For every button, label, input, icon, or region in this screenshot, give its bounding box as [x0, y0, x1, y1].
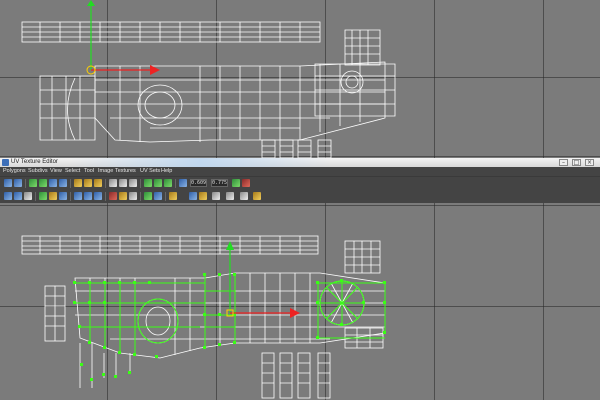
save-image-icon[interactable] — [253, 192, 261, 200]
menu-textures[interactable]: Textures — [115, 167, 136, 176]
menu-help[interactable]: Help — [161, 167, 172, 176]
perspective-viewport[interactable] — [0, 0, 600, 158]
cycle-uv-icon[interactable] — [212, 192, 220, 200]
rotate-ccw-icon[interactable] — [49, 179, 57, 187]
sew-uv-icon[interactable] — [84, 179, 92, 187]
flip-v-icon[interactable] — [39, 179, 47, 187]
uv-dist-icon[interactable] — [242, 179, 250, 187]
uv-shell-rail — [21, 235, 319, 255]
normalize-icon[interactable] — [129, 179, 137, 187]
pixel-snap-icon[interactable] — [24, 192, 32, 200]
cut-uv-icon[interactable] — [74, 179, 82, 187]
menu-polygons[interactable]: Polygons — [3, 167, 26, 176]
grid-uv-icon[interactable] — [119, 179, 127, 187]
align-max-u-icon[interactable] — [154, 179, 162, 187]
uv-texture-editor-window[interactable]: UV Texture Editor – □ × Polygons Subdivs… — [0, 158, 600, 204]
v-value-field[interactable]: 0.775 — [211, 179, 228, 187]
model-wireframe[interactable] — [0, 0, 600, 158]
isolate-icon[interactable] — [74, 192, 82, 200]
rgb-channel-icon[interactable] — [119, 192, 127, 200]
lock-uv-icon[interactable] — [226, 192, 234, 200]
shade-uv-icon[interactable] — [39, 192, 47, 200]
minimize-icon[interactable]: – — [559, 159, 568, 166]
checker-icon[interactable] — [59, 192, 67, 200]
align-min-v-icon[interactable] — [164, 179, 172, 187]
menu-bar: Polygons Subdivs View Select Tool Image … — [0, 167, 600, 176]
toolbar-row-2 — [0, 189, 600, 204]
copy-uv-icon[interactable] — [189, 192, 197, 200]
image-display-icon[interactable] — [4, 192, 12, 200]
toolbar-row-1: 0.609 0.775 — [0, 176, 600, 190]
menu-image[interactable]: Image — [98, 167, 113, 176]
menu-select[interactable]: Select — [65, 167, 80, 176]
alpha-channel-icon[interactable] — [129, 192, 137, 200]
grid-display-icon[interactable] — [14, 192, 22, 200]
menu-tool[interactable]: Tool — [84, 167, 94, 176]
dim-image-icon[interactable] — [109, 192, 117, 200]
filter-icon[interactable] — [154, 192, 162, 200]
snapshot-icon[interactable] — [240, 192, 248, 200]
uv-lattice-icon[interactable] — [14, 179, 22, 187]
uv-editor-viewport[interactable] — [0, 203, 600, 400]
align-min-u-icon[interactable] — [144, 179, 152, 187]
texture-tiles-icon[interactable] — [144, 192, 152, 200]
close-icon[interactable]: × — [585, 159, 594, 166]
texture-borders-icon[interactable] — [49, 192, 57, 200]
app-icon — [2, 159, 9, 166]
refresh-uv-icon[interactable] — [232, 179, 240, 187]
menu-subdivs[interactable]: Subdivs — [28, 167, 48, 176]
uv-select-icon[interactable] — [4, 179, 12, 187]
menu-uv-sets[interactable]: UV Sets — [140, 167, 160, 176]
rotate-cw-icon[interactable] — [59, 179, 67, 187]
window-title: UV Texture Editor — [11, 159, 58, 165]
grab-image-icon[interactable] — [179, 179, 187, 187]
maximize-icon[interactable]: □ — [572, 159, 581, 166]
paste-uv-icon[interactable] — [199, 192, 207, 200]
u-value-field[interactable]: 0.609 — [190, 179, 207, 187]
remove-isolate-icon[interactable] — [94, 192, 102, 200]
flip-u-icon[interactable] — [29, 179, 37, 187]
uv-layout[interactable] — [0, 203, 600, 400]
add-isolate-icon[interactable] — [84, 192, 92, 200]
move-sew-icon[interactable] — [94, 179, 102, 187]
toggle-image-icon[interactable] — [169, 192, 177, 200]
menu-view[interactable]: View — [50, 167, 62, 176]
layout-icon[interactable] — [109, 179, 117, 187]
